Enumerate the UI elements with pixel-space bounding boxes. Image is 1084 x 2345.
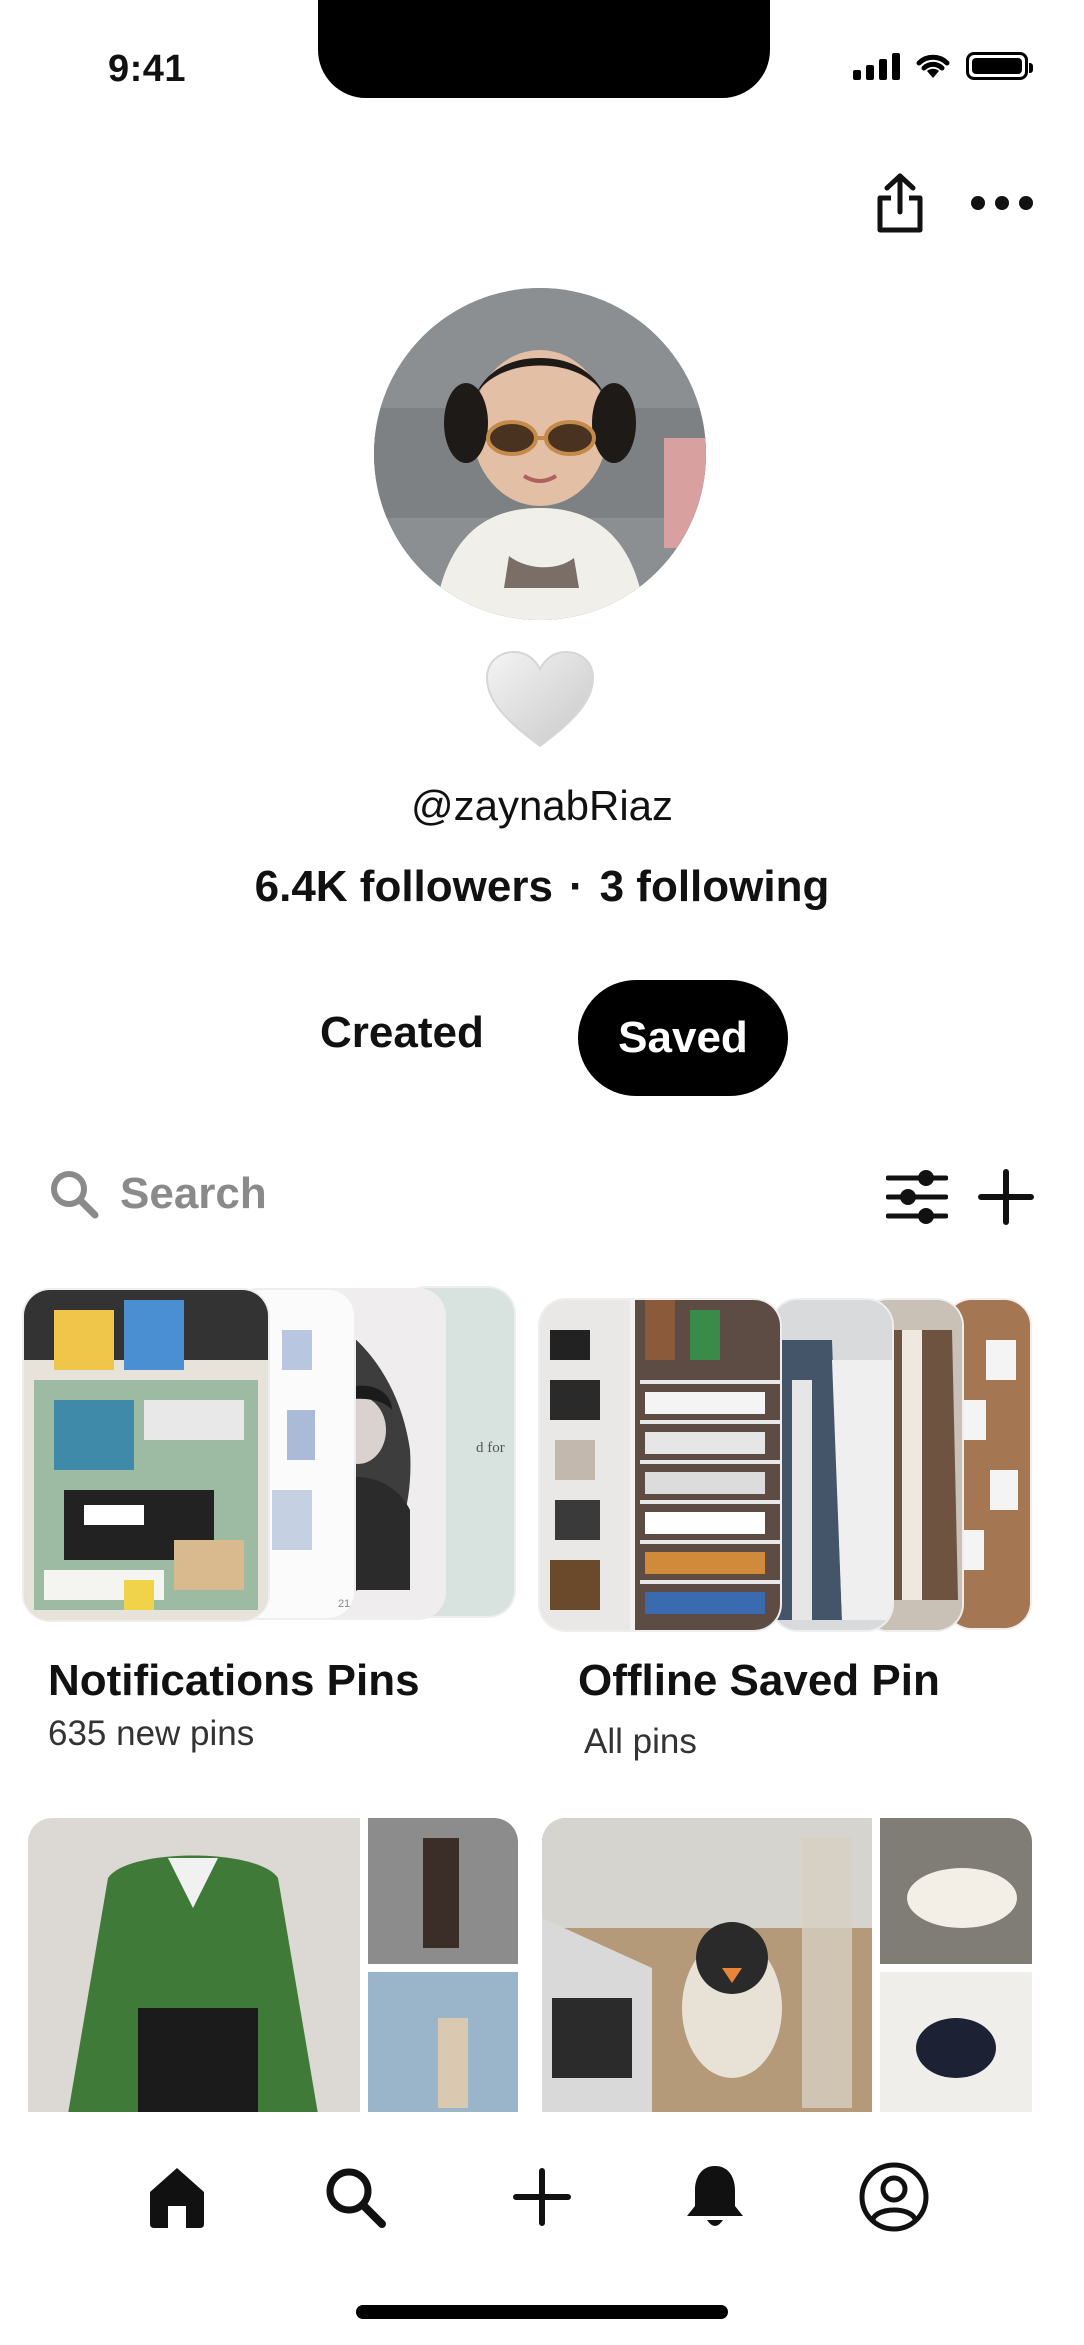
- plus-icon: [513, 2168, 571, 2226]
- more-icon[interactable]: [970, 195, 1034, 211]
- avatar[interactable]: [374, 288, 706, 620]
- heart-icon: [485, 650, 595, 748]
- notch: [318, 0, 770, 98]
- board-preview-caption: d for: [476, 1440, 505, 1456]
- nav-create[interactable]: [497, 2152, 587, 2242]
- search-input[interactable]: Search: [120, 1169, 267, 1219]
- board-tools: [886, 1168, 1034, 1226]
- bell-icon: [687, 2166, 743, 2226]
- nav-search[interactable]: [310, 2152, 400, 2242]
- tab-created[interactable]: Created: [320, 1008, 484, 1058]
- top-actions: [874, 172, 1034, 234]
- status-time: 9:41: [108, 48, 187, 90]
- home-indicator: [356, 2305, 728, 2319]
- plus-icon[interactable]: [978, 1169, 1034, 1225]
- filter-icon[interactable]: [886, 1168, 948, 1226]
- board-cover-image: [540, 1300, 780, 1630]
- search-icon: [326, 2168, 386, 2228]
- battery-icon: [966, 52, 1033, 80]
- search-icon: [51, 1171, 99, 1219]
- followers-count[interactable]: 6.4K followers: [255, 862, 553, 911]
- board-cover-image: [24, 1290, 268, 1620]
- nav-home[interactable]: [132, 2152, 222, 2242]
- nav-profile[interactable]: [849, 2152, 939, 2242]
- cellular-signal-icon: [853, 52, 900, 80]
- profile-icon: [859, 2162, 929, 2232]
- board-preview-plushies[interactable]: [542, 1818, 1032, 2114]
- status-bar: 9:41: [0, 0, 1084, 100]
- home-icon: [150, 2168, 204, 2228]
- stats-separator: ·: [568, 862, 584, 911]
- board-title: Notifications Pins: [48, 1656, 420, 1705]
- board-preview-fashion[interactable]: [28, 1818, 518, 2114]
- share-icon[interactable]: [874, 172, 926, 234]
- following-count[interactable]: 3 following: [600, 862, 830, 911]
- profile-handle: @zaynabRiaz: [410, 782, 674, 829]
- status-icons: [853, 52, 1033, 80]
- tab-saved[interactable]: Saved: [578, 980, 788, 1096]
- board-preview-middle-1: [772, 1300, 892, 1630]
- board-preview-caption-2: 21: [338, 1598, 351, 1610]
- board-subtitle: All pins: [584, 1722, 697, 1761]
- profile-stats: 6.4K followers · 3 following: [0, 862, 1084, 912]
- board-subtitle: 635 new pins: [48, 1714, 255, 1753]
- board-title: Offline Saved Pin: [578, 1656, 940, 1705]
- wifi-icon: [916, 54, 950, 78]
- nav-notifications[interactable]: [670, 2152, 760, 2242]
- search-bar[interactable]: Search: [48, 1168, 267, 1220]
